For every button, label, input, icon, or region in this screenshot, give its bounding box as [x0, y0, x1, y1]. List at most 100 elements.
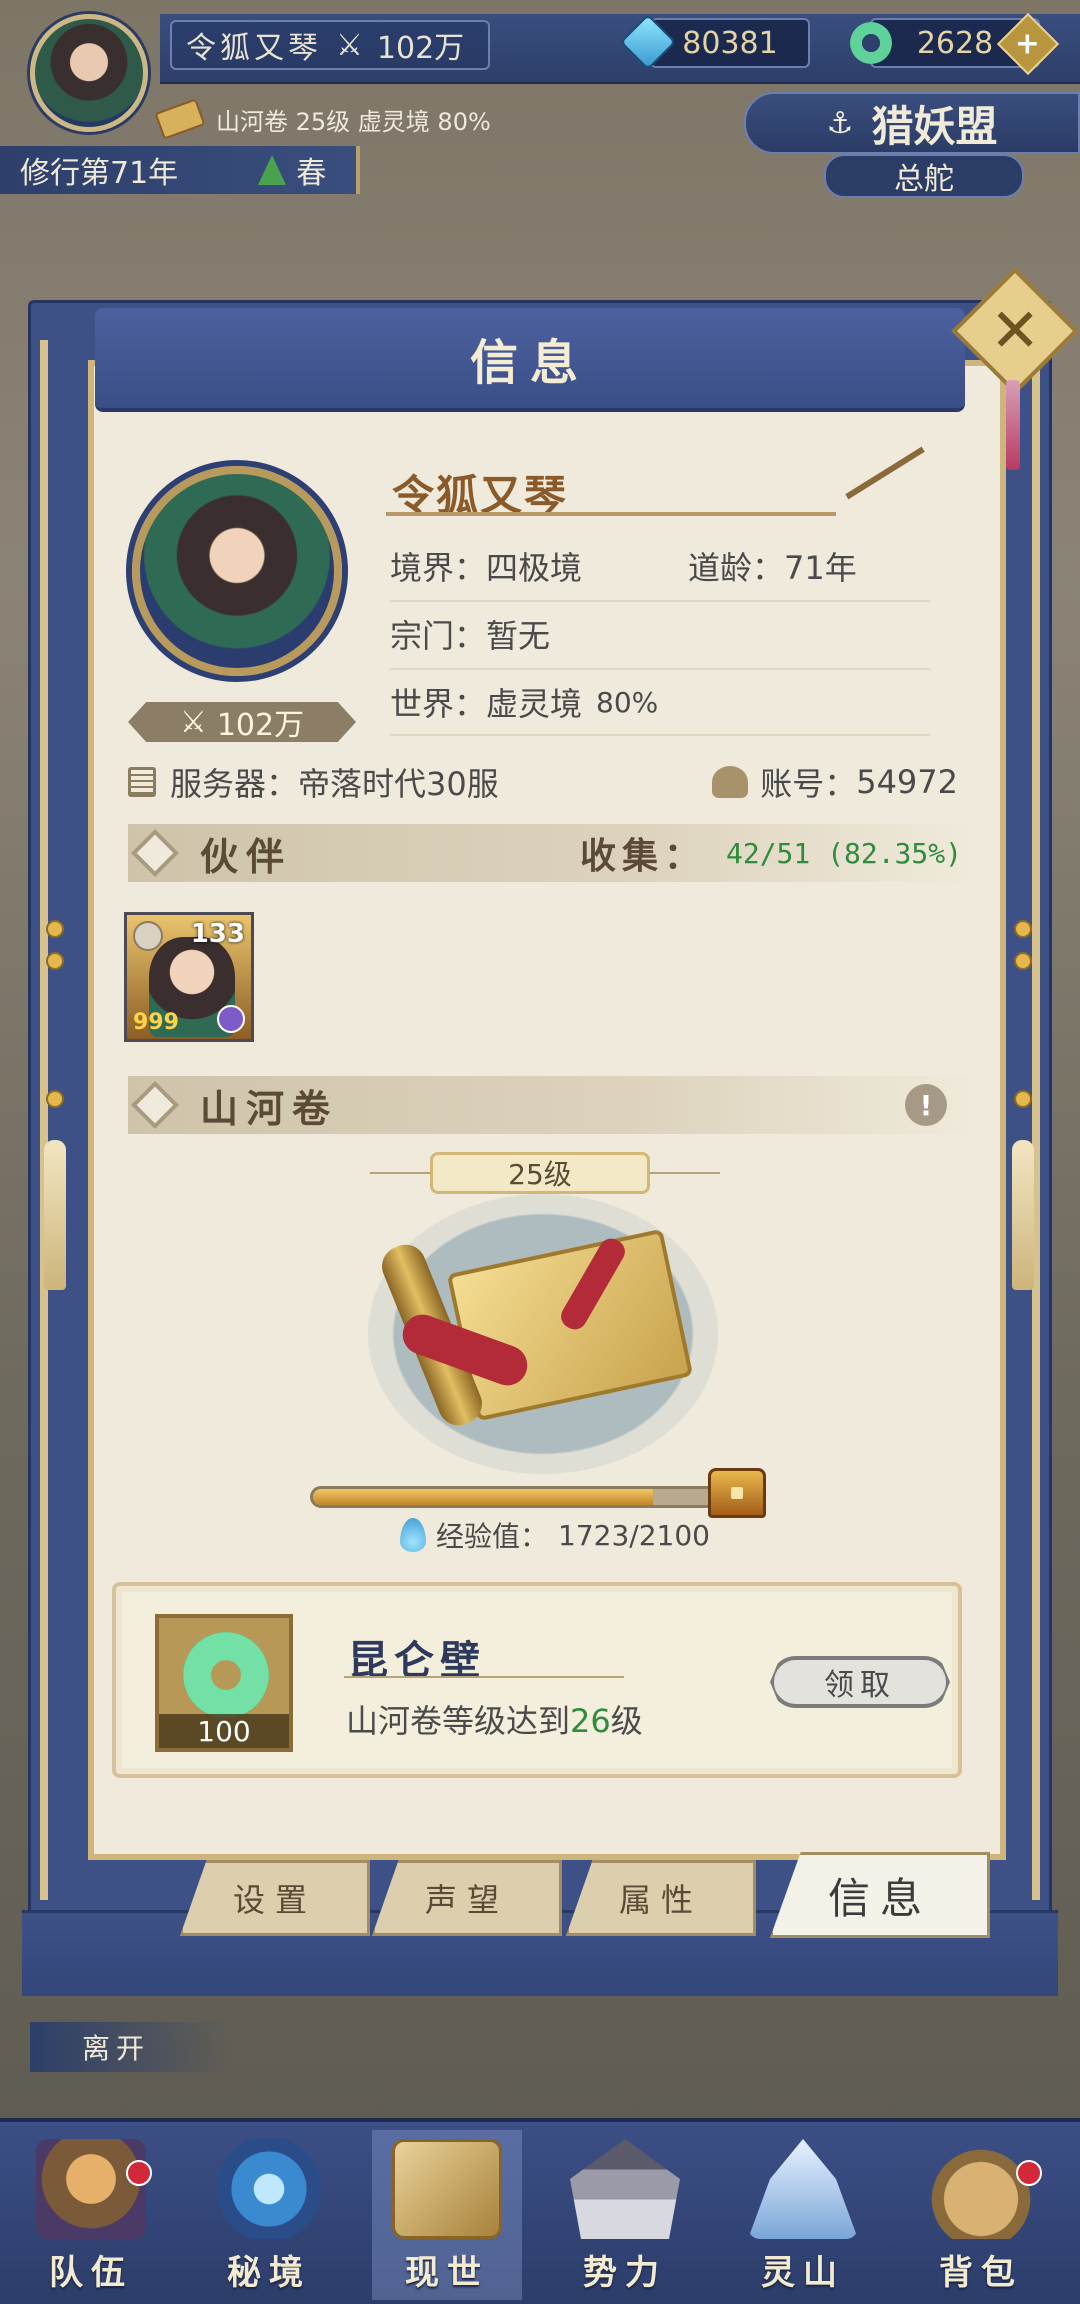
- realm-row: 境界： 四极境: [390, 538, 582, 594]
- tassel-decoration: [1006, 380, 1020, 470]
- guild-hq-button[interactable]: 总舵: [824, 154, 1024, 198]
- guild-hq-label: 总舵: [894, 162, 954, 197]
- tab-settings-label: 设置: [232, 1881, 317, 1919]
- right-rod: [1032, 340, 1040, 1900]
- nav-spirit-mountain-label: 灵山: [761, 2253, 845, 2293]
- reward-desc-level: 26: [570, 1702, 611, 1740]
- team-icon: [36, 2139, 146, 2239]
- scroll-status-text: 山河卷 25级 虚灵境 80%: [216, 107, 491, 136]
- server-value: 帝落时代30服: [298, 765, 499, 803]
- nav-world[interactable]: 现世: [372, 2130, 522, 2300]
- reward-underline: [344, 1676, 624, 1678]
- reward-desc-prefix: 山河卷等级达到: [346, 1702, 571, 1740]
- scroll-status[interactable]: 山河卷 25级 虚灵境 80%: [154, 96, 558, 142]
- level-line-right: [650, 1172, 720, 1174]
- nav-secret-realm[interactable]: 秘境: [194, 2130, 344, 2300]
- tab-reputation[interactable]: 声望: [372, 1860, 562, 1936]
- scroll-level-text: 25级: [508, 1158, 572, 1191]
- partners-title: 伙伴: [200, 834, 293, 879]
- panel-title: 信息: [469, 335, 590, 391]
- profile-avatar[interactable]: [132, 466, 342, 676]
- nav-secret-realm-label: 秘境: [227, 2253, 311, 2293]
- exp-row: 经验值： 1723/2100: [400, 1514, 710, 1556]
- account-label: 账号：: [760, 765, 857, 803]
- partner-level: 133: [190, 919, 245, 949]
- season: 春: [296, 156, 327, 191]
- right-pendant: [1012, 1140, 1034, 1290]
- nav-faction[interactable]: 势力: [550, 2130, 700, 2300]
- world-progress: 80%: [596, 685, 659, 719]
- partner-element-icon: [217, 1005, 245, 1033]
- partner-badge-icon: [133, 921, 163, 951]
- partner-card[interactable]: 133 999: [124, 912, 254, 1042]
- bead: [46, 952, 64, 970]
- leave-label: 离开: [82, 2032, 151, 2065]
- diamond-icon: [130, 1080, 180, 1130]
- nav-faction-label: 势力: [583, 2253, 667, 2293]
- claim-button[interactable]: 领取: [770, 1656, 950, 1708]
- exp-label: 经验值：: [436, 1520, 549, 1553]
- diamond-icon: [130, 828, 180, 878]
- nav-team[interactable]: 队伍: [16, 2130, 166, 2300]
- left-rod: [40, 340, 48, 1900]
- left-pendant: [44, 1140, 66, 1290]
- partner-stars: 999: [133, 1010, 179, 1035]
- treasure-chest-icon[interactable]: [708, 1468, 766, 1518]
- realm-value: 四极境: [486, 549, 583, 587]
- exp-flame-icon: [400, 1518, 426, 1552]
- scroll-section-header: 山河卷: [128, 1076, 978, 1134]
- profile-power: 102万: [216, 708, 305, 743]
- bead: [1014, 1090, 1032, 1108]
- world-icon: [392, 2139, 502, 2239]
- bag-icon: [926, 2139, 1036, 2239]
- nav-spirit-mountain[interactable]: 灵山: [728, 2130, 878, 2300]
- scroll-level: 25级: [430, 1152, 650, 1194]
- account-icon: [712, 766, 749, 798]
- panel-title-bar: 信息: [95, 308, 965, 412]
- account-value: 54972: [856, 763, 958, 801]
- collection-stat: 收集： 42/51 (82.35%): [580, 827, 962, 879]
- guild-name: 猎妖盟: [871, 101, 998, 151]
- cultivation-year: 修行第71年: [20, 156, 179, 191]
- bead: [46, 920, 64, 938]
- help-alert-icon[interactable]: !: [905, 1084, 947, 1126]
- collection-value: 42/51 (82.35%): [725, 836, 962, 870]
- name-underline: [386, 512, 836, 516]
- nav-bag[interactable]: 背包: [906, 2130, 1056, 2300]
- divider: [390, 600, 930, 602]
- reward-item[interactable]: 100: [155, 1614, 293, 1752]
- player-power: 102万: [376, 31, 465, 66]
- divider: [390, 668, 930, 670]
- age-row: 道龄： 71年: [688, 538, 857, 594]
- reward-count: 100: [159, 1714, 289, 1748]
- tab-info[interactable]: 信息: [770, 1852, 990, 1938]
- tab-settings[interactable]: 设置: [180, 1860, 370, 1936]
- scroll-title: 山河卷: [200, 1086, 339, 1131]
- faction-icon: [570, 2139, 680, 2239]
- power-icon: ⚔: [336, 27, 363, 63]
- player-name-plate[interactable]: 令狐又琴 ⚔ 102万: [170, 20, 490, 70]
- bead: [46, 1090, 64, 1108]
- nav-bag-label: 背包: [939, 2253, 1023, 2293]
- profile-power-plate: ⚔ 102万: [128, 702, 356, 742]
- notification-dot: [126, 2160, 152, 2186]
- claim-label: 领取: [824, 1668, 896, 1703]
- tab-attributes-label: 属性: [618, 1881, 703, 1919]
- world-label: 世界：: [390, 685, 487, 723]
- exp-value: 1723/2100: [558, 1518, 710, 1552]
- jade-icon: [850, 22, 892, 64]
- crystal-amount: 80381: [682, 25, 778, 61]
- tab-reputation-label: 声望: [424, 1881, 509, 1919]
- reward-description: 山河卷等级达到26级: [346, 1696, 643, 1742]
- partners-section-header: 伙伴 收集： 42/51 (82.35%): [128, 824, 978, 882]
- age-label: 道龄：: [688, 549, 785, 587]
- tab-attributes[interactable]: 属性: [566, 1860, 756, 1936]
- guild-button[interactable]: ⚓ 猎妖盟: [744, 92, 1080, 154]
- server-account-row: 服务器： 帝落时代30服 账号： 54972: [128, 756, 958, 808]
- leave-button[interactable]: 离开: [30, 2022, 230, 2072]
- collection-label: 收集：: [579, 836, 706, 877]
- tab-info-label: 信息: [827, 1873, 932, 1923]
- player-avatar[interactable]: [30, 14, 148, 132]
- level-line-left: [370, 1172, 430, 1174]
- jade-pendant-icon: [183, 1632, 269, 1718]
